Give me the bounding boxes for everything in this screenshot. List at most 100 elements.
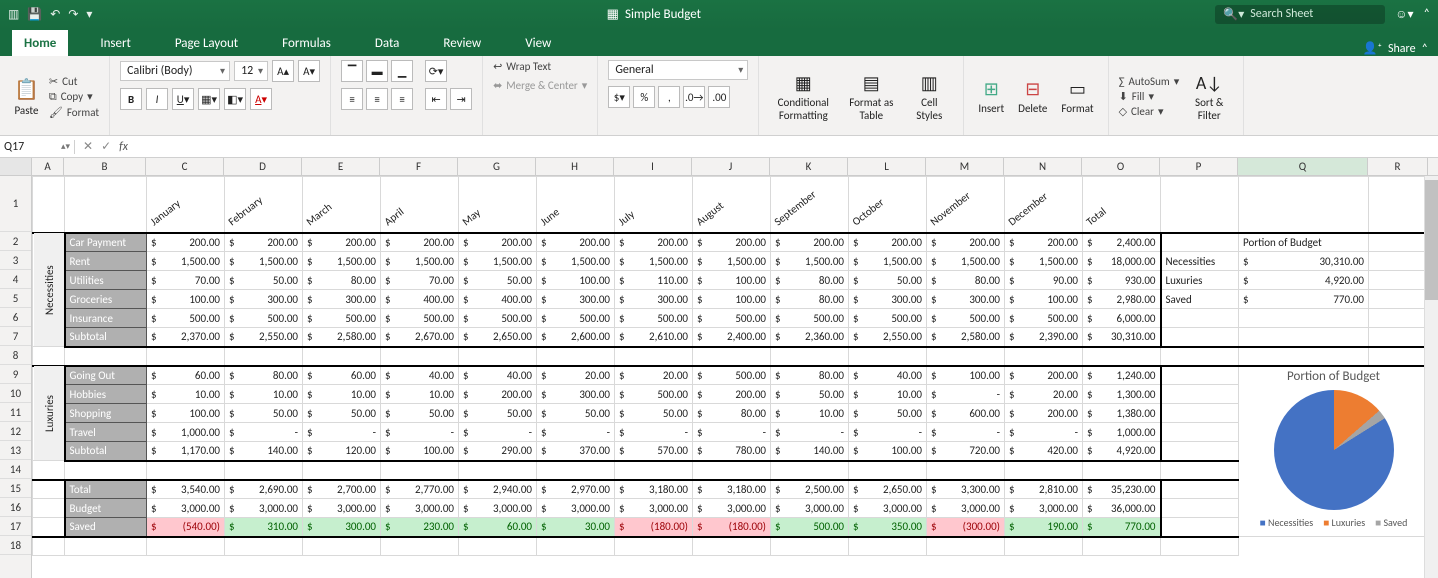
cell[interactable]: $300.00: [849, 290, 927, 309]
cell[interactable]: $770.00: [1239, 290, 1369, 309]
cell[interactable]: $80.00: [927, 271, 1005, 290]
cell[interactable]: [1161, 404, 1239, 423]
fill-color-button[interactable]: ◧▾: [224, 88, 246, 110]
cell[interactable]: $70.00: [147, 271, 225, 290]
cell[interactable]: $200.00: [537, 233, 615, 252]
month-header[interactable]: July: [615, 177, 693, 233]
cell[interactable]: [147, 537, 225, 556]
row-label[interactable]: Car Payment: [65, 233, 147, 252]
column-header-B[interactable]: B: [64, 158, 146, 175]
column-header-O[interactable]: O: [1082, 158, 1160, 175]
cell[interactable]: [615, 537, 693, 556]
column-header-H[interactable]: H: [536, 158, 614, 175]
cell[interactable]: $(180.00): [693, 518, 771, 537]
cell[interactable]: $-: [1005, 423, 1083, 442]
cell[interactable]: [1239, 328, 1369, 347]
cell[interactable]: [1161, 480, 1239, 499]
autosum-button[interactable]: ∑AutoSum▾: [1119, 75, 1180, 88]
cell[interactable]: $2,360.00: [771, 328, 849, 347]
row-header-3[interactable]: 3: [0, 251, 31, 270]
cell[interactable]: Saved: [1161, 290, 1239, 309]
italic-button[interactable]: I: [146, 88, 168, 110]
cell[interactable]: $50.00: [459, 271, 537, 290]
column-header-M[interactable]: M: [926, 158, 1004, 175]
format-cells-button[interactable]: ▭Format: [1057, 76, 1097, 117]
cell[interactable]: $-: [303, 423, 381, 442]
cell[interactable]: $200.00: [147, 233, 225, 252]
cell[interactable]: [1369, 271, 1429, 290]
cell[interactable]: $50.00: [771, 385, 849, 404]
redo-icon[interactable]: ↷: [68, 7, 78, 22]
undo-icon[interactable]: ↶: [50, 7, 60, 22]
cell[interactable]: $500.00: [1005, 309, 1083, 328]
bold-button[interactable]: B: [120, 88, 142, 110]
enter-formula-icon[interactable]: ✓: [101, 139, 111, 154]
insert-cells-button[interactable]: ⊞Insert: [974, 76, 1008, 117]
cell[interactable]: [771, 347, 849, 366]
cell[interactable]: $190.00: [1005, 518, 1083, 537]
cell[interactable]: $-: [849, 423, 927, 442]
tab-view[interactable]: View: [513, 30, 563, 56]
cell[interactable]: [1161, 366, 1239, 385]
cell[interactable]: [693, 537, 771, 556]
sort-filter-button[interactable]: A↓Sort & Filter: [1185, 70, 1233, 124]
align-bottom-icon[interactable]: ▁: [391, 60, 413, 82]
row-header-8[interactable]: 8: [0, 346, 31, 365]
decrease-indent-icon[interactable]: ⇤: [425, 88, 447, 110]
cell[interactable]: $500.00: [537, 309, 615, 328]
cell[interactable]: $100.00: [927, 366, 1005, 385]
cell[interactable]: $350.00: [849, 518, 927, 537]
cell[interactable]: $40.00: [849, 366, 927, 385]
cell[interactable]: $1,500.00: [927, 252, 1005, 271]
cell[interactable]: [1083, 537, 1161, 556]
cell[interactable]: $2,370.00: [147, 328, 225, 347]
cell[interactable]: [537, 537, 615, 556]
cell[interactable]: $2,580.00: [927, 328, 1005, 347]
border-button[interactable]: ▦▾: [198, 88, 220, 110]
cell[interactable]: $200.00: [225, 233, 303, 252]
cell[interactable]: $200.00: [693, 385, 771, 404]
currency-icon[interactable]: $▾: [608, 86, 630, 108]
name-box[interactable]: Q17▴▾: [0, 140, 75, 154]
column-header-D[interactable]: D: [224, 158, 302, 175]
column-header-Q[interactable]: Q: [1238, 158, 1368, 175]
conditional-formatting-button[interactable]: ▦Conditional Formatting: [769, 70, 837, 124]
row-label[interactable]: Budget: [65, 499, 147, 518]
cell[interactable]: $1,500.00: [537, 252, 615, 271]
cell[interactable]: $200.00: [849, 233, 927, 252]
cell[interactable]: [1369, 328, 1429, 347]
increase-decimal-icon[interactable]: .0→: [683, 86, 705, 108]
cut-button[interactable]: ✂Cut: [49, 75, 99, 88]
cell[interactable]: [381, 537, 459, 556]
cell[interactable]: $-: [927, 385, 1005, 404]
cell[interactable]: $200.00: [381, 233, 459, 252]
cell[interactable]: $90.00: [1005, 271, 1083, 290]
cell[interactable]: $(300.00): [927, 518, 1005, 537]
clear-button[interactable]: ◇Clear▾: [1119, 105, 1180, 118]
cell[interactable]: $290.00: [459, 442, 537, 461]
cell[interactable]: $-: [927, 423, 1005, 442]
fill-button[interactable]: ⬇Fill▾: [1119, 90, 1180, 103]
row-header-17[interactable]: 17: [0, 517, 31, 536]
cell[interactable]: [1369, 347, 1429, 366]
cell[interactable]: Luxuries: [1161, 271, 1239, 290]
cell[interactable]: $1,000.00: [1083, 423, 1161, 442]
worksheet-grid[interactable]: 123456789101112131415161718 JanuaryFebru…: [0, 176, 1438, 578]
cell[interactable]: $400.00: [381, 290, 459, 309]
cell[interactable]: [771, 537, 849, 556]
percent-icon[interactable]: %: [633, 86, 655, 108]
cell[interactable]: [615, 347, 693, 366]
cell[interactable]: [65, 461, 147, 480]
cell[interactable]: $100.00: [147, 290, 225, 309]
cell[interactable]: $1,500.00: [771, 252, 849, 271]
cell[interactable]: [225, 347, 303, 366]
column-header-P[interactable]: P: [1160, 158, 1238, 175]
cell[interactable]: $4,920.00: [1083, 442, 1161, 461]
cell[interactable]: [33, 537, 65, 556]
cell[interactable]: [33, 499, 65, 518]
cell[interactable]: $100.00: [849, 442, 927, 461]
cell[interactable]: [303, 347, 381, 366]
cell[interactable]: $420.00: [1005, 442, 1083, 461]
cell[interactable]: $50.00: [459, 404, 537, 423]
fx-icon[interactable]: fx: [119, 140, 128, 154]
